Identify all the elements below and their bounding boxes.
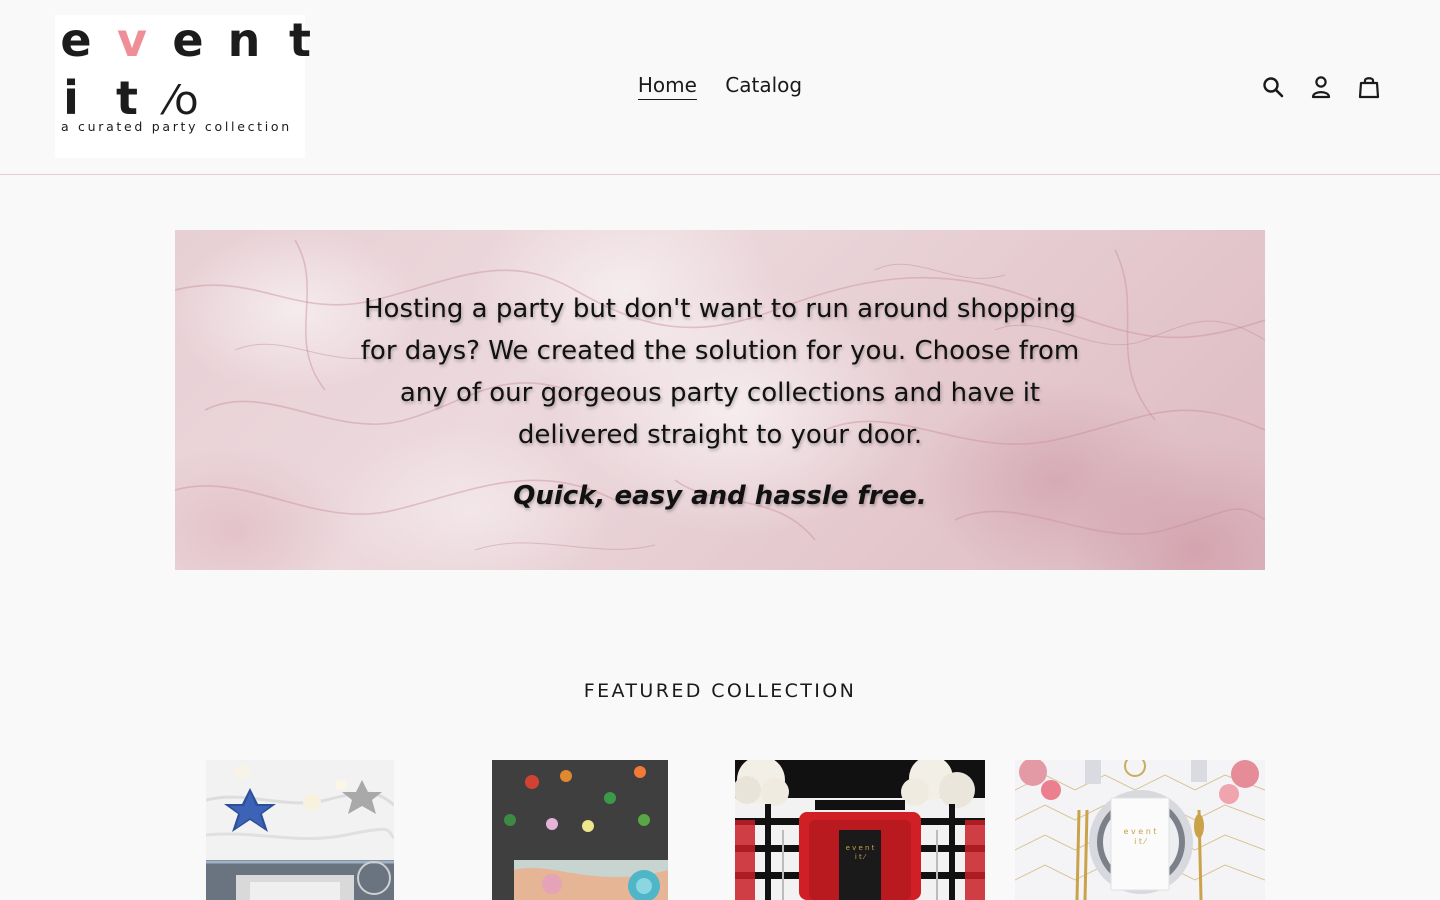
product-card-4[interactable]: e v e n t i t ⁄ [1015, 760, 1265, 900]
nav-catalog-link[interactable]: Catalog [725, 73, 802, 99]
hero-tagline: Quick, easy and hassle free. [513, 481, 927, 511]
hero-text-block: Hosting a party but don't want to run ar… [175, 288, 1265, 517]
nav-home-link[interactable]: Home [637, 73, 697, 100]
svg-text:e v e n t: e v e n t [846, 844, 875, 852]
header-icons [1260, 74, 1382, 100]
product-image-3: e v e n t i t ⁄ [735, 760, 985, 900]
product-card-2[interactable] [492, 760, 668, 900]
hero-description: Hosting a party but don't want to run ar… [360, 294, 1080, 450]
product-card-1[interactable] [206, 760, 394, 900]
main-nav: Home Catalog [0, 73, 1440, 100]
svg-text:e v e n t: e v e n t [1124, 827, 1157, 836]
product-image-4: e v e n t i t ⁄ [1015, 760, 1265, 900]
svg-text:i t ⁄: i t ⁄ [1134, 837, 1147, 846]
search-icon[interactable] [1260, 74, 1286, 100]
site-header: event i t ⁄o a curated party collection Ho… [0, 0, 1440, 175]
cart-icon[interactable] [1356, 74, 1382, 100]
account-icon[interactable] [1308, 74, 1334, 100]
logo-tagline: a curated party collection [61, 119, 292, 134]
product-image-1 [206, 760, 394, 900]
logo-wordmark-row1: event [60, 13, 311, 67]
product-image-2 [492, 760, 668, 900]
product-card-3[interactable]: e v e n t i t ⁄ [735, 760, 985, 900]
hero-banner: Hosting a party but don't want to run ar… [175, 230, 1265, 570]
featured-collection-title: FEATURED COLLECTION [583, 680, 857, 702]
logo-accent-letter: v [117, 13, 147, 67]
